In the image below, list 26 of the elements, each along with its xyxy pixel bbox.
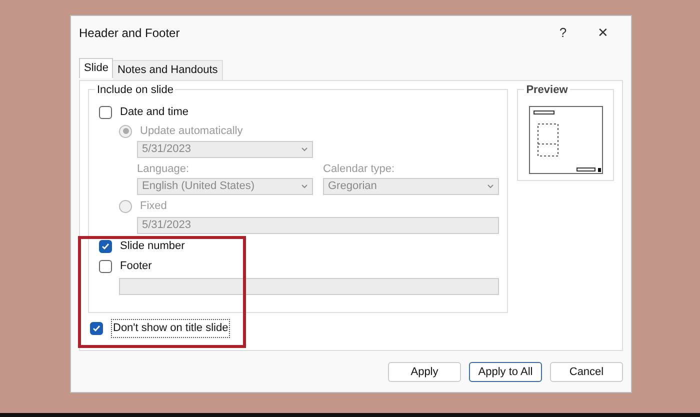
chevron-down-icon: [301, 184, 308, 188]
chevron-down-icon: [301, 147, 308, 152]
checkbox-label: Footer: [120, 259, 152, 274]
dialog-button[interactable]: Apply to All: [469, 362, 542, 382]
checkbox[interactable]: [99, 106, 112, 118]
checkbox[interactable]: [99, 240, 112, 253]
check-icon: [92, 324, 101, 333]
close-button[interactable]: ✕: [583, 23, 623, 43]
input-field[interactable]: [119, 278, 499, 294]
field-label: Language:: [137, 162, 190, 177]
dialog-button[interactable]: Apply: [388, 362, 461, 382]
help-button[interactable]: ?: [543, 23, 583, 43]
checkbox-label: Slide number: [120, 239, 185, 254]
checkbox[interactable]: [90, 322, 103, 335]
chevron-down-icon: [487, 184, 494, 188]
field-label: Calendar type:: [323, 162, 396, 177]
dialog-button[interactable]: Cancel: [550, 362, 623, 382]
checkbox[interactable]: [99, 260, 112, 273]
checkbox-label: Date and time: [120, 104, 188, 120]
checkbox-label: Don't show on title slide: [111, 319, 230, 338]
tab[interactable]: Notes and Handouts: [113, 60, 223, 80]
radio-label: Update automatically: [140, 124, 243, 139]
tab[interactable]: Slide: [79, 58, 114, 78]
window-title: Header and Footer: [79, 25, 181, 42]
radio-label: Fixed: [140, 199, 167, 214]
check-icon: [101, 242, 110, 251]
